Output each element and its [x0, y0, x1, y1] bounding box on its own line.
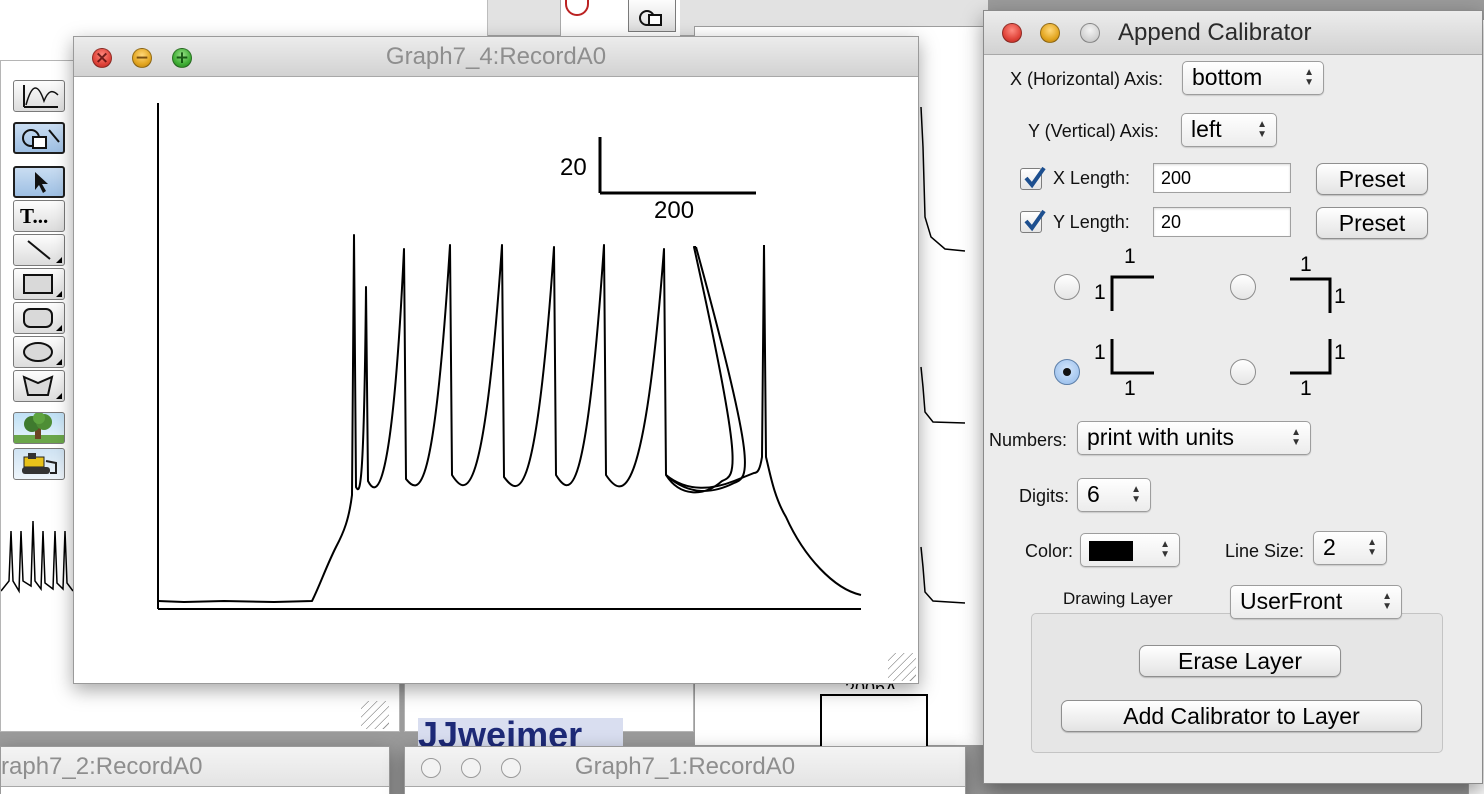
corner-bottom-right-icon	[1290, 339, 1332, 375]
drawing-layer-popup[interactable]: UserFront ▲ ▼	[1230, 585, 1402, 619]
numbers-value: print with units	[1087, 424, 1235, 450]
popup-arrows-icon: ▲ ▼	[1367, 537, 1377, 558]
y-length-label: Y Length:	[1053, 212, 1130, 232]
color-label: Color:	[1025, 541, 1074, 561]
corner-top-right-radio[interactable]	[1230, 274, 1256, 300]
x-length-field[interactable]: 200	[1153, 163, 1291, 193]
graph-window[interactable]: × − + Graph7_4:RecordA0 20 200	[73, 36, 919, 684]
window-graph7-1[interactable]: Graph7_1:RecordA0	[404, 746, 966, 794]
x-preset-button[interactable]: Preset	[1316, 163, 1428, 195]
corner-top-left-icon	[1110, 275, 1154, 311]
bulldozer-picture-icon[interactable]	[13, 448, 65, 480]
y-axis-popup[interactable]: left ▲ ▼	[1181, 113, 1277, 147]
y-preset-button[interactable]: Preset	[1316, 207, 1428, 239]
submenu-indicator-icon	[56, 393, 62, 399]
popup-arrows-icon: ▲ ▼	[1382, 591, 1392, 612]
line-size-popup[interactable]: 2 ▲ ▼	[1313, 531, 1387, 565]
popup-arrows-icon: ▲ ▼	[1257, 119, 1267, 140]
color-swatch	[1089, 541, 1133, 561]
x-axis-value: bottom	[1192, 64, 1263, 90]
draw-mode-icon[interactable]	[13, 122, 65, 154]
tree-picture-icon[interactable]	[13, 412, 65, 444]
rectangle-tool-icon[interactable]	[13, 268, 65, 300]
oval-tool-icon[interactable]	[13, 336, 65, 368]
resize-handle-icon[interactable]	[888, 653, 916, 681]
line-size-value: 2	[1323, 534, 1336, 560]
erase-layer-button[interactable]: Erase Layer	[1139, 645, 1341, 677]
y-axis-value: left	[1191, 116, 1222, 142]
x-axis-popup[interactable]: bottom ▲ ▼	[1182, 61, 1324, 95]
window-title: raph7_2:RecordA0	[1, 753, 203, 780]
voltage-trace	[157, 234, 746, 603]
voltage-trace-spike	[665, 244, 862, 596]
corner-top-right-icon	[1290, 277, 1332, 313]
corner-bottom-left-icon	[1110, 339, 1154, 375]
submenu-indicator-icon	[56, 359, 62, 365]
drawing-layer-label: Drawing Layer	[1063, 589, 1173, 608]
corner-bottom-right-radio[interactable]	[1230, 359, 1256, 385]
zoom-button[interactable]	[1080, 23, 1100, 43]
popup-arrows-icon: ▲ ▼	[1131, 484, 1141, 505]
numbers-label: Numbers:	[989, 430, 1068, 450]
draw-mode-icon[interactable]	[628, 0, 676, 32]
corner-bottom-left-bottom-digit: 1	[1124, 377, 1136, 400]
corner-bottom-right-bottom-digit: 1	[1300, 377, 1312, 400]
digits-popup[interactable]: 6 ▲ ▼	[1077, 478, 1151, 512]
checkmark-icon	[1024, 209, 1046, 232]
corner-top-left-radio[interactable]	[1054, 274, 1080, 300]
window-title: Graph7_1:RecordA0	[574, 753, 796, 780]
graph-tool-icon[interactable]	[13, 80, 65, 112]
resize-handle-icon[interactable]	[361, 701, 389, 729]
y-axis-label: Y (Vertical) Axis:	[1028, 121, 1159, 141]
window-title: Graph7_4:RecordA0	[385, 43, 607, 70]
submenu-indicator-icon	[56, 325, 62, 331]
corner-bottom-left-side-digit: 1	[1094, 341, 1106, 364]
line-tool-icon[interactable]	[13, 234, 65, 266]
calibrator-x-label: 200	[654, 197, 694, 224]
color-popup[interactable]: ▲ ▼	[1080, 533, 1180, 567]
corner-top-right-top-digit: 1	[1300, 253, 1312, 276]
line-size-label: Line Size:	[1225, 541, 1305, 561]
text-tool-icon[interactable]: T...	[13, 200, 65, 232]
drawing-layer-group	[1031, 613, 1443, 753]
corner-top-left-top-digit: 1	[1124, 245, 1136, 268]
submenu-indicator-icon	[56, 257, 62, 263]
minimize-button[interactable]	[1040, 23, 1060, 43]
polygon-tool-icon[interactable]	[13, 370, 65, 402]
add-calibrator-button[interactable]: Add Calibrator to Layer	[1061, 700, 1422, 732]
popup-arrows-icon: ▲ ▼	[1304, 67, 1314, 88]
corner-top-left-side-digit: 1	[1094, 281, 1106, 304]
digits-label: Digits:	[1019, 486, 1070, 506]
numbers-popup[interactable]: print with units ▲ ▼	[1077, 421, 1311, 455]
x-length-checkbox[interactable]	[1020, 166, 1046, 190]
window-graph7-2[interactable]: raph7_2:RecordA0	[0, 746, 390, 794]
calibrator-y-label: 20	[560, 154, 587, 181]
x-length-label: X Length:	[1053, 168, 1131, 188]
checkmark-icon	[1024, 166, 1046, 189]
append-calibrator-panel: Append Calibrator X (Horizontal) Axis: b…	[983, 10, 1483, 784]
digits-value: 6	[1087, 481, 1100, 507]
arrow-select-icon[interactable]	[13, 166, 65, 198]
text-tool-label: T...	[20, 204, 49, 228]
rounded-rect-tool-icon[interactable]	[13, 302, 65, 334]
x-axis-label: X (Horizontal) Axis:	[1010, 69, 1164, 89]
popup-arrows-icon: ▲ ▼	[1291, 427, 1301, 448]
corner-bottom-left-radio[interactable]	[1054, 359, 1080, 385]
graph-plot-area[interactable]: 20 200	[74, 77, 918, 683]
y-length-checkbox[interactable]	[1020, 209, 1046, 233]
drawing-layer-value: UserFront	[1240, 588, 1343, 614]
y-length-field[interactable]: 20	[1153, 207, 1291, 237]
submenu-indicator-icon	[56, 291, 62, 297]
panel-title: Append Calibrator	[1118, 19, 1312, 46]
close-button[interactable]	[1002, 23, 1022, 43]
popup-arrows-icon: ▲ ▼	[1160, 539, 1170, 560]
